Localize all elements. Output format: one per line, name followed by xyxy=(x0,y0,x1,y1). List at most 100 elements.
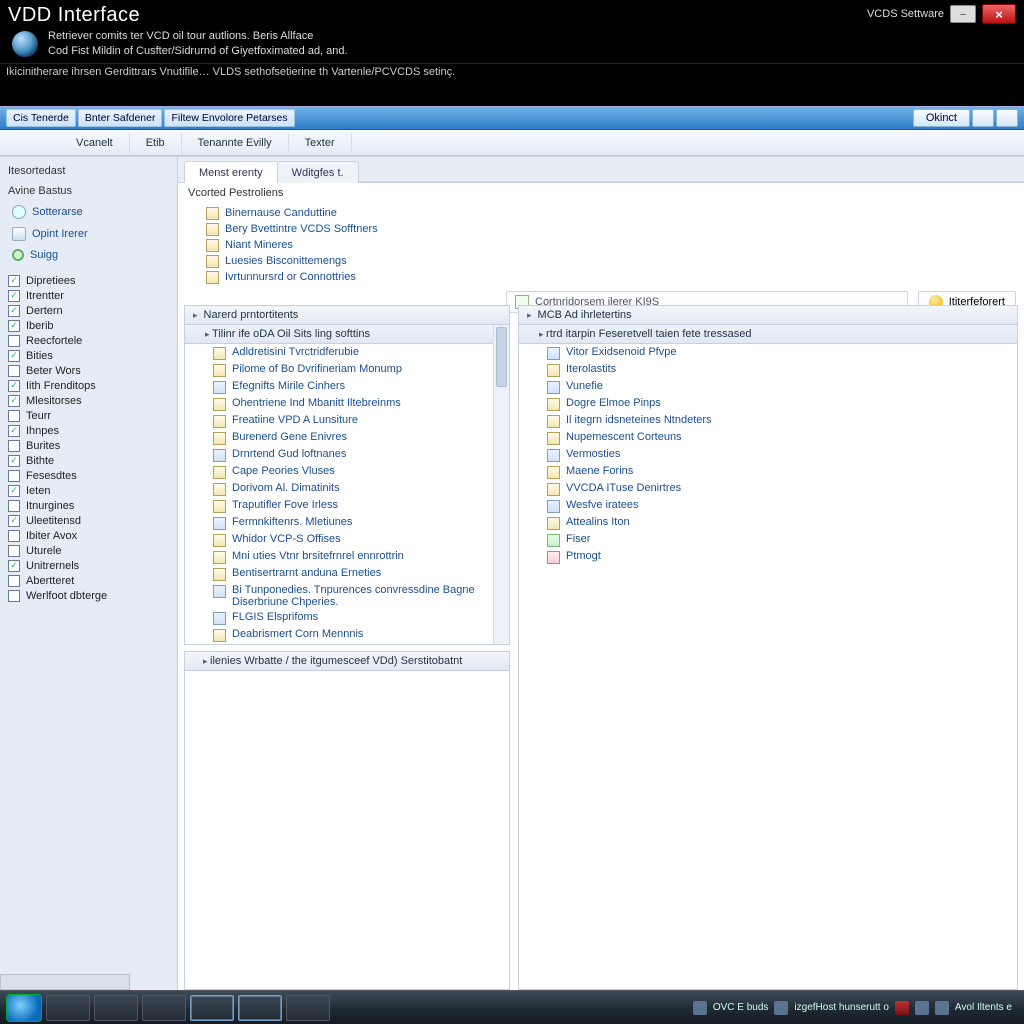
checkbox-icon[interactable] xyxy=(8,545,20,557)
checkbox-icon[interactable] xyxy=(8,395,20,407)
sidebar-check-3[interactable]: Iberib xyxy=(4,318,173,333)
left-item-6[interactable]: Drnrtend Gud loftnanes xyxy=(185,446,509,463)
taskbar-button-3[interactable] xyxy=(142,995,186,1021)
ribbon-tool-button-2[interactable] xyxy=(996,109,1018,127)
right-item-2[interactable]: Vunefie xyxy=(519,378,1017,395)
sidebar-check-8[interactable]: Mlesitorses xyxy=(4,393,173,408)
left-item-15[interactable]: FLGIS Elsprifoms xyxy=(185,609,509,626)
left-column-scrollbar[interactable] xyxy=(493,325,509,644)
sidebar-check-18[interactable]: Uturele xyxy=(4,543,173,558)
left-item-9[interactable]: Traputifler Fove Irless xyxy=(185,497,509,514)
tray-icon-4[interactable] xyxy=(935,1001,949,1015)
sidebar-scrollbar[interactable] xyxy=(0,974,130,990)
sidebar-check-20[interactable]: Abertteret xyxy=(4,573,173,588)
left-item-2[interactable]: Efegnifts Mirile Cinhers xyxy=(185,378,509,395)
toolbar-item-3[interactable]: Tenannte Evilly xyxy=(182,133,289,153)
left-footer-header[interactable]: ilenies Wrbatte / the itgumesceef VDd) S… xyxy=(184,651,510,671)
right-group-header[interactable]: rtrd itarpin Feseretvell taien fete tres… xyxy=(519,325,1017,344)
right-item-0[interactable]: Vitor Exidsenoid Pfvpe xyxy=(519,344,1017,361)
right-item-7[interactable]: Maene Forins xyxy=(519,463,1017,480)
checkbox-icon[interactable] xyxy=(8,560,20,572)
right-item-11[interactable]: Fiser xyxy=(519,531,1017,548)
right-item-8[interactable]: VVCDA ITuse Denirtres xyxy=(519,480,1017,497)
left-item-16[interactable]: Deabrismert Corn Mennnis xyxy=(185,626,509,643)
top-link-0[interactable]: Binernause Canduttine xyxy=(178,205,1024,221)
sidebar-check-0[interactable]: Dipretiees xyxy=(4,273,173,288)
left-item-7[interactable]: Cape Peories Vluses xyxy=(185,463,509,480)
taskbar-button-5[interactable] xyxy=(238,995,282,1021)
checkbox-icon[interactable] xyxy=(8,590,20,602)
top-link-4[interactable]: Ivrtunnursrd or Connottries xyxy=(178,269,1024,285)
sidebar-check-2[interactable]: Dertern xyxy=(4,303,173,318)
checkbox-icon[interactable] xyxy=(8,350,20,362)
left-column-header[interactable]: Narerd prntortitents xyxy=(184,305,510,325)
checkbox-icon[interactable] xyxy=(8,440,20,452)
tab-2[interactable]: Wditgfes t. xyxy=(277,161,359,183)
toolbar-item-4[interactable]: Texter xyxy=(289,133,352,153)
right-item-6[interactable]: Vermosties xyxy=(519,446,1017,463)
taskbar-button-4[interactable] xyxy=(190,995,234,1021)
checkbox-icon[interactable] xyxy=(8,275,20,287)
sidebar-check-1[interactable]: Itrentter xyxy=(4,288,173,303)
left-item-3[interactable]: Ohentriene Ind Mbanitt Iltebreinms xyxy=(185,395,509,412)
ribbon-tool-button-1[interactable] xyxy=(972,109,994,127)
top-link-2[interactable]: Niant Mineres xyxy=(178,237,1024,253)
taskbar-button-1[interactable] xyxy=(46,995,90,1021)
toolbar-item-1[interactable]: Vcanelt xyxy=(6,133,130,153)
right-item-3[interactable]: Dogre Elmoe Pinps xyxy=(519,395,1017,412)
sidebar-check-12[interactable]: Bithte xyxy=(4,453,173,468)
checkbox-icon[interactable] xyxy=(8,320,20,332)
sidebar-check-16[interactable]: Uleetitensd xyxy=(4,513,173,528)
left-item-5[interactable]: Burenerd Gene Enivres xyxy=(185,429,509,446)
right-item-12[interactable]: Ptmogt xyxy=(519,548,1017,565)
window-close-button[interactable]: × xyxy=(982,4,1016,24)
checkbox-icon[interactable] xyxy=(8,380,20,392)
right-item-10[interactable]: Attealins Iton xyxy=(519,514,1017,531)
left-item-13[interactable]: Bentisertrarnt anduna Erneties xyxy=(185,565,509,582)
sidebar-check-21[interactable]: Werlfoot dbterge xyxy=(4,588,173,603)
sidebar-link-3[interactable]: Suigg xyxy=(4,245,173,265)
taskbar-button-2[interactable] xyxy=(94,995,138,1021)
breadcrumb-3[interactable]: Filtew Envolore Petarses xyxy=(164,109,294,127)
checkbox-icon[interactable] xyxy=(8,530,20,542)
breadcrumb-2[interactable]: Bnter Safdener xyxy=(78,109,163,127)
checkbox-icon[interactable] xyxy=(8,365,20,377)
toolbar-item-2[interactable]: Etib xyxy=(130,133,182,153)
checkbox-icon[interactable] xyxy=(8,470,20,482)
top-link-1[interactable]: Bery Bvettintre VCDS Sofftners xyxy=(178,221,1024,237)
left-group-header[interactable]: Tilinr ife oDA Oil Sits ling softtins xyxy=(185,325,509,344)
scrollbar-thumb[interactable] xyxy=(496,327,507,387)
top-link-3[interactable]: Luesies Bisconittemengs xyxy=(178,253,1024,269)
right-item-4[interactable]: Il itegrn idsneteines Ntndeters xyxy=(519,412,1017,429)
sidebar-check-5[interactable]: Bities xyxy=(4,348,173,363)
tray-icon-2[interactable] xyxy=(774,1001,788,1015)
left-item-10[interactable]: Fermnkiftenrs. Mletiunes xyxy=(185,514,509,531)
start-button[interactable] xyxy=(6,994,42,1022)
sidebar-check-11[interactable]: Burites xyxy=(4,438,173,453)
window-minimize-button[interactable]: – xyxy=(950,5,976,23)
checkbox-icon[interactable] xyxy=(8,290,20,302)
checkbox-icon[interactable] xyxy=(8,425,20,437)
sidebar-check-13[interactable]: Fesesdtes xyxy=(4,468,173,483)
sidebar-check-7[interactable]: Iith Frenditops xyxy=(4,378,173,393)
right-column-header[interactable]: MCB Ad ihrletertins xyxy=(518,305,1018,325)
sidebar-check-17[interactable]: Ibiter Avox xyxy=(4,528,173,543)
checkbox-icon[interactable] xyxy=(8,500,20,512)
breadcrumb-1[interactable]: Cis Tenerde xyxy=(6,109,76,127)
left-item-1[interactable]: Pilome of Bo Dvrifineriam Monump xyxy=(185,361,509,378)
right-item-5[interactable]: Nupemescent Corteuns xyxy=(519,429,1017,446)
checkbox-icon[interactable] xyxy=(8,335,20,347)
sidebar-check-6[interactable]: Beter Wors xyxy=(4,363,173,378)
right-item-1[interactable]: Iterolastits xyxy=(519,361,1017,378)
checkbox-icon[interactable] xyxy=(8,485,20,497)
left-item-4[interactable]: Freatiine VPD A Lunsiture xyxy=(185,412,509,429)
sidebar-check-10[interactable]: Ihnpes xyxy=(4,423,173,438)
checkbox-icon[interactable] xyxy=(8,410,20,422)
checkbox-icon[interactable] xyxy=(8,515,20,527)
left-item-17[interactable]: Bhiser of Fibermrst VGVCCPCDS and inteni… xyxy=(185,643,509,645)
sidebar-check-15[interactable]: Itnurgines xyxy=(4,498,173,513)
tab-1[interactable]: Menst erenty xyxy=(184,161,278,183)
sidebar-link-1[interactable]: Sotterarse xyxy=(4,201,173,223)
tray-shield-icon[interactable] xyxy=(895,1001,909,1015)
sidebar-check-14[interactable]: Ieten xyxy=(4,483,173,498)
